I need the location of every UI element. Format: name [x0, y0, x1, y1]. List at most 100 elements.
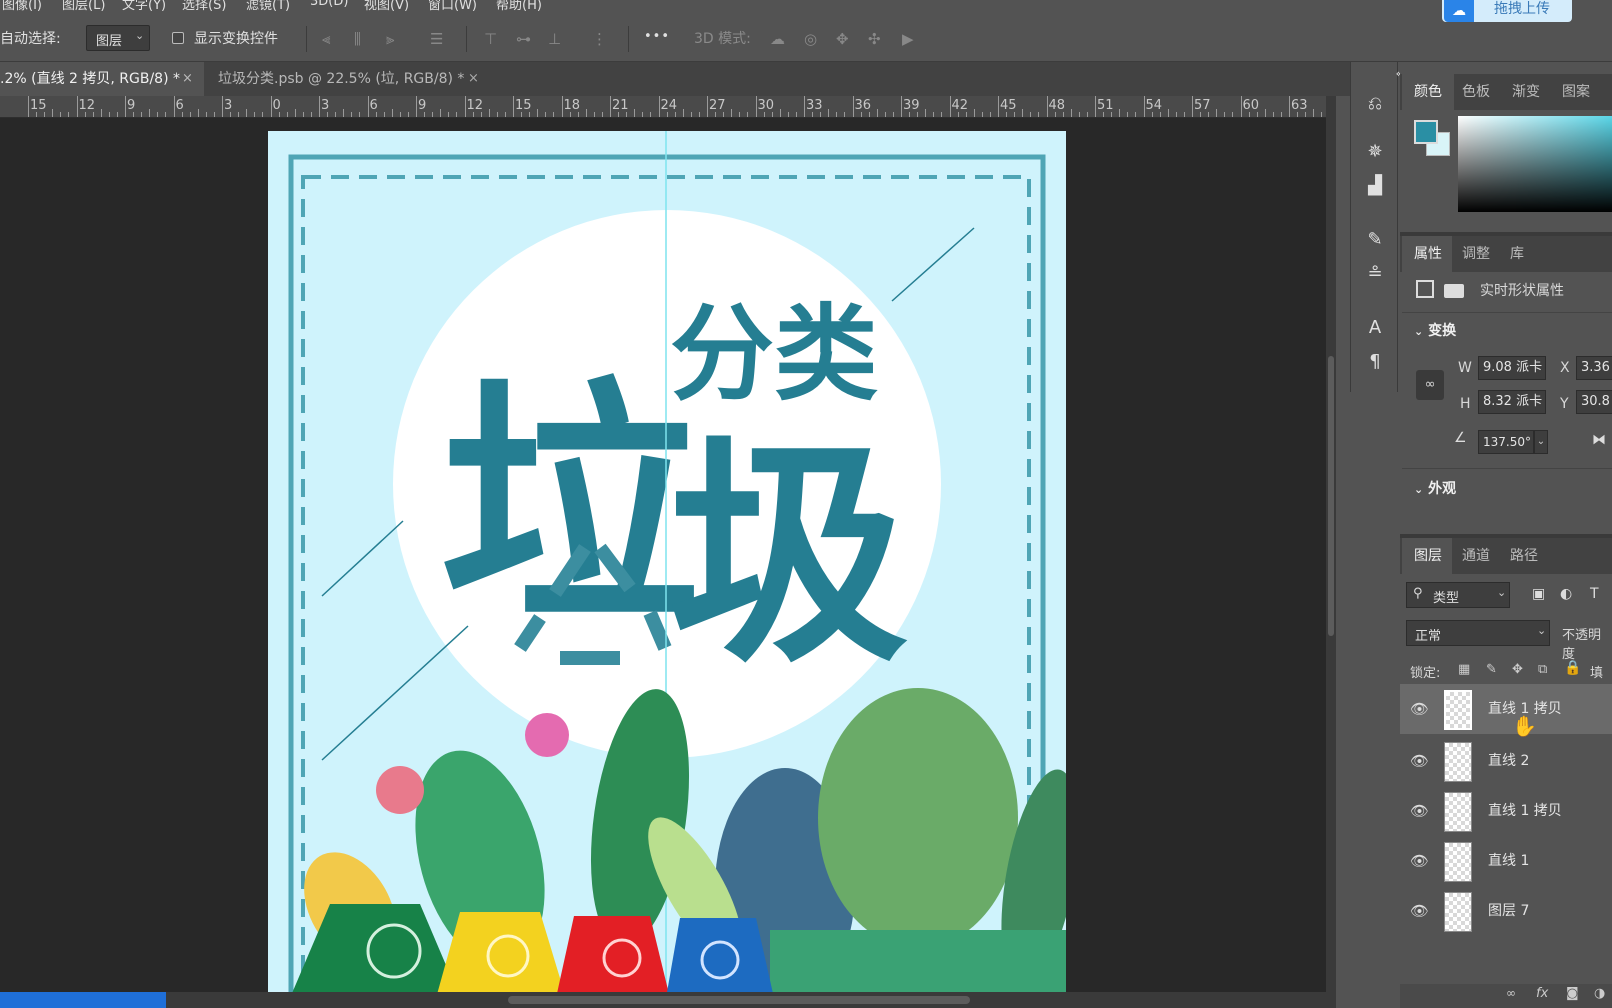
show-transform-checkbox[interactable] [172, 32, 184, 44]
chevron-down-icon[interactable]: ⌄ [1534, 430, 1548, 454]
histogram-icon[interactable]: ▟ [1363, 174, 1387, 198]
align-middle-icon[interactable]: ⊶ [516, 28, 531, 50]
ruler-minor-tick [521, 112, 523, 117]
menu-help[interactable]: 帮助(H) [496, 0, 542, 13]
ruler-minor-tick [197, 109, 199, 117]
fx-icon[interactable]: fx [1536, 986, 1548, 1001]
3d-orbit-icon[interactable]: ☁ [770, 28, 785, 50]
menu-select[interactable]: 选择(S) [182, 0, 226, 13]
lock-all-icon[interactable]: 🔒 [1564, 660, 1581, 676]
more-options-button[interactable]: ••• [644, 29, 670, 44]
image-filter-icon[interactable]: ▣ [1532, 586, 1545, 602]
vertical-scrollbar[interactable] [1326, 96, 1336, 992]
distribute-icon[interactable]: ☰ [430, 28, 443, 50]
brush-icon[interactable]: ✎ [1363, 228, 1387, 252]
close-icon[interactable]: × [182, 62, 193, 96]
actions-icon[interactable]: ✵ [1363, 140, 1387, 164]
align-top-icon[interactable]: ⊤ [484, 28, 497, 50]
adjustment-filter-icon[interactable]: ◐ [1560, 586, 1572, 602]
type-filter-icon[interactable]: T [1590, 586, 1599, 602]
align-right-icon[interactable]: ⫸ [386, 28, 394, 50]
3d-slide-icon[interactable]: ✣ [868, 28, 881, 50]
close-icon[interactable]: × [468, 62, 479, 96]
3d-pan-icon[interactable]: ✥ [836, 28, 849, 50]
tab-properties[interactable]: 属性 [1402, 236, 1452, 272]
eye-icon[interactable]: 👁 [1410, 700, 1430, 718]
angle-input[interactable]: 137.50° [1478, 430, 1534, 454]
ruler-tick-label: 57 [1194, 98, 1211, 113]
color-picker-field[interactable] [1458, 116, 1612, 212]
menu-window[interactable]: 窗口(W) [428, 0, 477, 13]
tab-gradients[interactable]: 渐变 [1512, 74, 1540, 110]
character-icon[interactable]: A [1363, 316, 1387, 340]
link-icon[interactable]: ∞ [1416, 370, 1444, 400]
history-icon[interactable]: ⎌ [1363, 92, 1387, 116]
scroll-thumb[interactable] [508, 996, 970, 1004]
menu-filter[interactable]: 滤镜(T) [246, 0, 290, 13]
layer-name[interactable]: 直线 2 [1488, 750, 1529, 770]
menu-view[interactable]: 视图(V) [364, 0, 409, 13]
tab-adjustments[interactable]: 调整 [1462, 236, 1490, 272]
transform-section-toggle[interactable]: ⌄ 变换 [1414, 320, 1456, 340]
lock-transparent-icon[interactable]: ▦ [1458, 662, 1470, 677]
horizontal-ruler[interactable]: 15 12 9 6 3 0 3 6 9 12 15 18 21 24 27 30 33 36 39 42 45 48 51 5… [0, 96, 1336, 118]
blend-mode-dropdown[interactable]: 正常 ⌄ [1406, 620, 1550, 646]
canvas-area[interactable]: 垃 分类 圾 [0, 118, 1336, 992]
menu-3d[interactable]: 3D(D) [310, 0, 348, 9]
layer-name[interactable]: 图层 7 [1488, 900, 1529, 920]
tab-color[interactable]: 颜色 [1402, 74, 1454, 110]
align-center-icon[interactable]: ⫼ [354, 28, 361, 50]
paragraph-icon[interactable]: ¶ [1363, 350, 1387, 374]
foreground-color-swatch[interactable] [1414, 120, 1438, 144]
layer-row[interactable]: 👁 直线 2 [1400, 736, 1612, 786]
tab-patterns[interactable]: 图案 [1562, 74, 1590, 110]
brush-settings-icon[interactable]: ≗ [1363, 262, 1387, 286]
ruler-tick-label: 21 [612, 98, 629, 113]
eye-icon[interactable]: 👁 [1410, 852, 1430, 870]
tab-channels[interactable]: 通道 [1462, 538, 1490, 574]
tab-libraries[interactable]: 库 [1510, 236, 1524, 272]
layer-name[interactable]: 直线 1 拷贝 [1488, 800, 1562, 820]
layer-filter-dropdown[interactable]: ⚲ 类型 ⌄ [1406, 582, 1510, 608]
layer-row[interactable]: 👁 直线 1 拷贝 [1400, 684, 1612, 734]
tab-paths[interactable]: 路径 [1510, 538, 1538, 574]
eye-icon[interactable]: 👁 [1410, 752, 1430, 770]
lock-position-icon[interactable]: ✥ [1512, 662, 1523, 677]
3d-camera-icon[interactable]: ▶ [902, 28, 914, 50]
distribute-vertical-icon[interactable]: ⋮ [592, 28, 607, 50]
align-left-icon[interactable]: ⫷ [322, 28, 330, 50]
menu-image[interactable]: 图像(I) [2, 0, 42, 13]
x-input[interactable]: 3.36 [1576, 356, 1612, 380]
scroll-thumb[interactable] [1328, 356, 1334, 636]
tab-document-2[interactable]: 垃圾分类.psb @ 22.5% (垃, RGB/8) * × [204, 62, 490, 96]
tab-swatches[interactable]: 色板 [1462, 74, 1490, 110]
ruler-minor-tick [1127, 112, 1129, 117]
upload-button[interactable]: ☁ 拖拽上传 [1442, 0, 1572, 22]
layer-row[interactable]: 👁 直线 1 拷贝 [1400, 786, 1612, 836]
lock-artboard-icon[interactable]: ⧉ [1538, 662, 1547, 677]
3d-roll-icon[interactable]: ◎ [804, 28, 817, 50]
width-input[interactable]: 9.08 派卡 [1478, 356, 1546, 380]
tab-layers[interactable]: 图层 [1402, 538, 1452, 574]
tab-document-1[interactable]: .2% (直线 2 拷贝, RGB/8) * × [0, 62, 204, 96]
adjustment-layer-icon[interactable]: ◑ [1594, 986, 1605, 1001]
eye-icon[interactable]: 👁 [1410, 802, 1430, 820]
layer-row[interactable]: 👁 直线 1 [1400, 836, 1612, 886]
link-layers-icon[interactable]: ∞ [1506, 986, 1516, 1000]
layer-name[interactable]: 直线 1 [1488, 850, 1529, 870]
layer-row[interactable]: 👁 图层 7 [1400, 886, 1612, 936]
menu-type[interactable]: 文字(Y) [122, 0, 166, 13]
height-input[interactable]: 8.32 派卡 [1478, 390, 1546, 414]
lock-pixels-icon[interactable]: ✎ [1486, 662, 1497, 677]
ruler-minor-tick [836, 112, 838, 117]
align-bottom-icon[interactable]: ⊥ [548, 28, 561, 50]
y-input[interactable]: 30.8 [1576, 390, 1612, 414]
horizontal-scrollbar[interactable] [0, 992, 1336, 1008]
flip-horizontal-icon[interactable]: ⧓ [1592, 432, 1606, 448]
appearance-section-toggle[interactable]: ⌄ 外观 [1414, 478, 1456, 498]
menu-layer[interactable]: 图层(L) [62, 0, 105, 13]
eye-icon[interactable]: 👁 [1410, 902, 1430, 920]
layer-mask-icon[interactable]: ◙ [1566, 986, 1579, 1001]
ruler-minor-tick [181, 112, 183, 117]
auto-select-dropdown[interactable]: 图层 ⌄ [86, 25, 150, 51]
